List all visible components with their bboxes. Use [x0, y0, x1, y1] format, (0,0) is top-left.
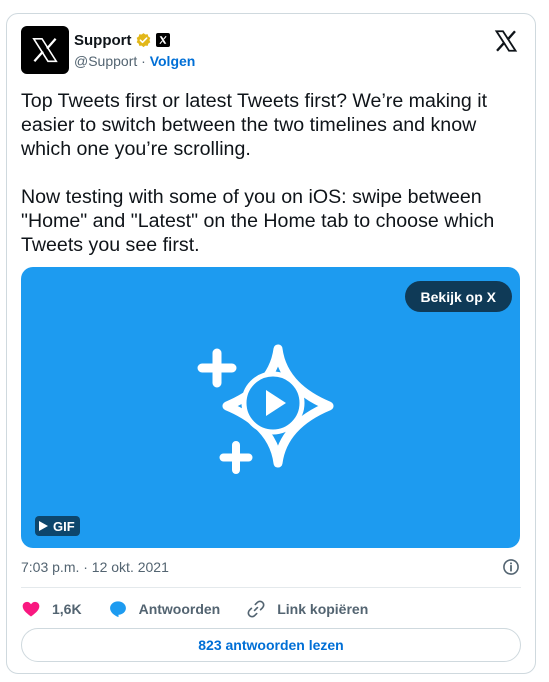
divider — [21, 587, 521, 588]
follow-button[interactable]: Volgen — [150, 53, 196, 69]
gif-label: GIF — [53, 518, 75, 534]
copy-link-button[interactable]: Link kopiëren — [246, 599, 368, 619]
info-icon[interactable] — [501, 557, 521, 577]
avatar[interactable] — [21, 26, 69, 74]
like-count: 1,6K — [52, 601, 82, 617]
copy-link-label: Link kopiëren — [277, 601, 369, 617]
chat-bubble-icon — [109, 601, 126, 618]
tweet-timestamp[interactable]: 7:03 p.m. · 12 okt. 2021 — [21, 559, 169, 575]
play-icon[interactable] — [240, 370, 306, 436]
reply-label: Antwoorden — [138, 601, 221, 617]
heart-icon — [22, 601, 40, 617]
x-logo-icon[interactable] — [493, 28, 519, 54]
handle-separator: · — [141, 53, 146, 69]
tweet-header: Support @Support · Volgen — [21, 26, 521, 76]
read-replies-button[interactable]: 823 antwoorden lezen — [21, 628, 521, 662]
author-handle[interactable]: @Support — [74, 53, 137, 69]
like-button[interactable]: 1,6K — [21, 599, 82, 619]
gif-badge[interactable]: GIF — [35, 516, 80, 536]
verified-badge-icon — [135, 32, 152, 49]
action-bar: 1,6K Antwoorden Link kopiëren — [21, 597, 394, 621]
play-small-icon — [39, 521, 48, 531]
link-icon — [247, 600, 265, 618]
author-info: Support @Support · Volgen — [74, 30, 196, 70]
tweet-card: Support @Support · Volgen Top Tweets fir… — [6, 13, 536, 674]
tweet-media[interactable]: Bekijk op X GIF — [21, 267, 520, 548]
watch-on-x-button[interactable]: Bekijk op X — [404, 281, 512, 312]
x-affiliate-icon — [155, 33, 170, 47]
x-logo-avatar-icon — [32, 37, 58, 63]
reply-button[interactable]: Antwoorden — [108, 599, 221, 619]
display-name[interactable]: Support — [74, 32, 132, 49]
tweet-text: Top Tweets first or latest Tweets first?… — [21, 90, 495, 256]
